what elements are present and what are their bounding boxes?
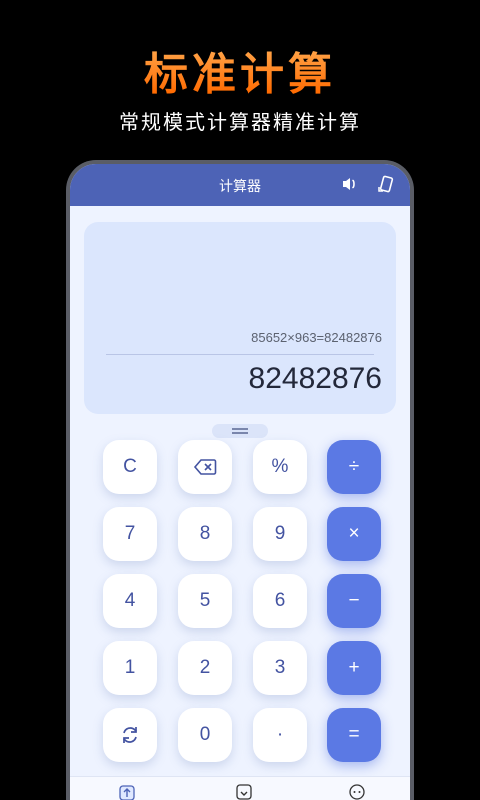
app-bar: 计算器	[70, 164, 410, 206]
chat-icon[interactable]	[348, 783, 366, 800]
digit-6-button[interactable]: 6	[253, 574, 307, 628]
minus-button[interactable]: −	[327, 574, 381, 628]
digit-3-button[interactable]: 3	[253, 641, 307, 695]
display-divider	[106, 354, 374, 355]
digit-0-button[interactable]: 0	[178, 708, 232, 762]
calculator-display: 85652×963=82482876 82482876	[84, 222, 396, 414]
speaker-icon[interactable]	[340, 174, 360, 194]
digit-2-button[interactable]: 2	[178, 641, 232, 695]
digit-7-button[interactable]: 7	[103, 507, 157, 561]
plus-button[interactable]: +	[327, 641, 381, 695]
bottom-nav	[70, 776, 410, 800]
expression-text: 85652×963=82482876	[251, 330, 382, 345]
decimal-button[interactable]: ·	[253, 708, 307, 762]
refresh-icon	[122, 727, 138, 743]
percent-button[interactable]: %	[253, 440, 307, 494]
promo-subtitle: 常规模式计算器精准计算	[119, 110, 361, 134]
upload-icon[interactable]	[118, 783, 136, 800]
equals-button[interactable]: =	[327, 708, 381, 762]
clear-button[interactable]: C	[103, 440, 157, 494]
drag-handle[interactable]	[212, 424, 268, 438]
digit-5-button[interactable]: 5	[178, 574, 232, 628]
download-icon[interactable]	[235, 783, 253, 800]
rotate-icon[interactable]	[376, 174, 396, 194]
promo-title: 标准计算	[0, 38, 480, 100]
digit-9-button[interactable]: 9	[253, 507, 307, 561]
mode-toggle-button[interactable]	[103, 708, 157, 762]
multiply-button[interactable]: ×	[327, 507, 381, 561]
phone-frame: 计算器 85652×963=82482876 82482876 C% ÷ 7 8 9 × 4…	[66, 160, 414, 800]
digit-1-button[interactable]: 1	[103, 641, 157, 695]
digit-8-button[interactable]: 8	[178, 507, 232, 561]
divide-button[interactable]: ÷	[327, 440, 381, 494]
backspace-icon	[193, 459, 217, 475]
backspace-button[interactable]	[178, 440, 232, 494]
digit-4-button[interactable]: 4	[103, 574, 157, 628]
result-text: 82482876	[248, 362, 382, 395]
